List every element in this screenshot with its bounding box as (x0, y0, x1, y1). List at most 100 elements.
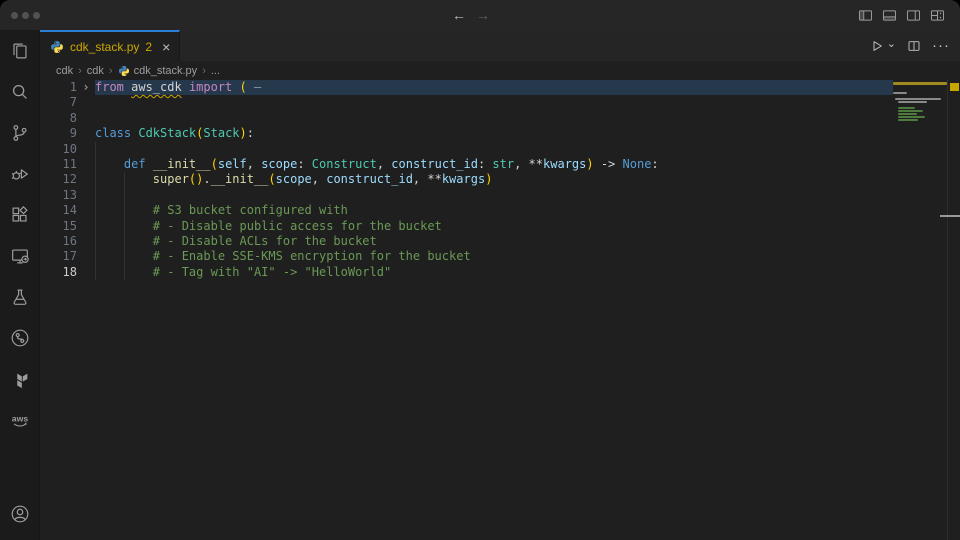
activity-bar-item-testing[interactable] (0, 276, 39, 317)
indent-guide (95, 234, 96, 249)
code-line-12[interactable]: 12 super().__init__(scope, construct_id,… (40, 172, 893, 187)
indent-guide (95, 157, 96, 172)
code-line-15[interactable]: 15 # - Disable public access for the buc… (40, 219, 893, 234)
code-text (95, 111, 893, 126)
fold-gutter (77, 142, 95, 157)
activity-bar-item-search[interactable] (0, 71, 39, 112)
code-text: # - Disable public access for the bucket (95, 219, 893, 234)
layout-controls (857, 7, 960, 24)
more-actions-button[interactable]: ··· (932, 37, 950, 54)
customize-layout-icon[interactable] (929, 7, 946, 24)
window-control-dot[interactable] (22, 12, 29, 19)
line-number: 18 (40, 265, 77, 280)
breadcrumb-item[interactable]: cdk (56, 65, 73, 77)
activity-bar-item-terraform[interactable] (0, 358, 39, 399)
code-line-8[interactable]: 8 (40, 111, 893, 126)
breadcrumb-item[interactable]: cdk (87, 65, 104, 77)
line-number: 7 (40, 95, 77, 110)
toggle-panel-icon[interactable] (881, 7, 898, 24)
line-number: 16 (40, 234, 77, 249)
overview-ruler (947, 80, 960, 540)
code-area[interactable]: 1›from aws_cdk import ( –789class CdkSta… (40, 80, 893, 540)
line-number: 12 (40, 172, 77, 187)
editor-group: cdk_stack.py 2 × ⌄ ··· cdk › cdk › cdk_stack… (40, 30, 960, 540)
tab-bar: cdk_stack.py 2 × ⌄ ··· (40, 30, 960, 61)
nav-back-icon[interactable]: ← (452, 7, 466, 23)
minimap-line (898, 110, 923, 112)
minimap[interactable] (893, 80, 947, 540)
activity-bar-item-run-and-debug[interactable] (0, 153, 39, 194)
fold-chevron-icon[interactable]: › (77, 80, 95, 95)
tab-close-icon[interactable]: × (162, 40, 170, 54)
code-text: def __init__(self, scope: Construct, con… (95, 157, 893, 172)
minimap-line (898, 101, 927, 103)
minimap-line (893, 95, 947, 97)
tab-problems-badge: 2 (145, 40, 152, 54)
activity-bar-item-extensions[interactable] (0, 194, 39, 235)
line-number: 9 (40, 126, 77, 141)
activity-bar-item-account[interactable] (0, 493, 39, 534)
run-button[interactable] (869, 38, 885, 54)
fold-gutter (77, 249, 95, 264)
tab-cdk-stack-py[interactable]: cdk_stack.py 2 × (40, 30, 180, 61)
code-text: # - Disable ACLs for the bucket (95, 234, 893, 249)
fold-gutter (77, 188, 95, 203)
run-and-debug-icon (9, 163, 31, 185)
indent-guide (95, 249, 96, 264)
minimap-line (895, 98, 941, 100)
activity-bar-item-explorer[interactable] (0, 30, 39, 71)
fold-gutter (77, 111, 95, 126)
activity-bar: aws (0, 30, 40, 540)
aws-icon: aws (9, 409, 31, 431)
indent-guide (124, 219, 125, 234)
code-line-7[interactable]: 7 (40, 95, 893, 110)
code-line-17[interactable]: 17 # - Enable SSE-KMS encryption for the… (40, 249, 893, 264)
window-controls[interactable] (0, 12, 60, 19)
indent-guide (124, 172, 125, 187)
toggle-primary-sidebar-icon[interactable] (857, 7, 874, 24)
minimap-line (893, 92, 907, 94)
code-text (95, 188, 893, 203)
line-number: 17 (40, 249, 77, 264)
code-line-1[interactable]: 1›from aws_cdk import ( – (40, 80, 893, 95)
window-control-dot[interactable] (11, 12, 18, 19)
minimap-line (893, 82, 947, 85)
code-line-16[interactable]: 16 # - Disable ACLs for the bucket (40, 234, 893, 249)
code-line-13[interactable]: 13 (40, 188, 893, 203)
fold-gutter (77, 172, 95, 187)
code-line-18[interactable]: 18 # - Tag with "AI" -> "HelloWorld" (40, 265, 893, 280)
activity-bar-item-aws[interactable]: aws (0, 399, 39, 440)
nav-forward-icon[interactable]: → (476, 7, 490, 23)
fold-gutter (77, 157, 95, 172)
fold-gutter (77, 203, 95, 218)
breadcrumb-separator-icon: › (202, 65, 206, 77)
testing-icon (9, 286, 31, 308)
window-control-dot[interactable] (33, 12, 40, 19)
code-text: # - Tag with "AI" -> "HelloWorld" (95, 265, 893, 280)
source-control-icon (9, 122, 31, 144)
code-line-10[interactable]: 10 (40, 142, 893, 157)
split-editor-button[interactable] (906, 38, 922, 54)
breadcrumb-item[interactable]: cdk_stack.py (118, 65, 198, 77)
activity-bar-item-git-graph[interactable] (0, 317, 39, 358)
fold-gutter (77, 95, 95, 110)
code-line-11[interactable]: 11 def __init__(self, scope: Construct, … (40, 157, 893, 172)
run-dropdown-icon[interactable]: ⌄ (887, 37, 896, 50)
code-line-9[interactable]: 9class CdkStack(Stack): (40, 126, 893, 141)
code-text: from aws_cdk import ( – (95, 80, 893, 95)
code-text: super().__init__(scope, construct_id, **… (95, 172, 893, 187)
indent-guide (124, 265, 125, 280)
breadcrumb-item[interactable]: ... (211, 65, 220, 77)
indent-guide (95, 219, 96, 234)
toggle-secondary-sidebar-icon[interactable] (905, 7, 922, 24)
code-line-14[interactable]: 14 # S3 bucket configured with (40, 203, 893, 218)
editor-actions: ⌄ ··· (869, 30, 960, 61)
line-number: 10 (40, 142, 77, 157)
vscode-window: ← → aws cdk_stack.py 2 × (0, 0, 960, 540)
line-number: 14 (40, 203, 77, 218)
activity-bar-item-remote-explorer[interactable] (0, 235, 39, 276)
indent-guide (95, 172, 96, 187)
activity-bar-item-source-control[interactable] (0, 112, 39, 153)
indent-guide (95, 203, 96, 218)
code-text (95, 142, 893, 157)
